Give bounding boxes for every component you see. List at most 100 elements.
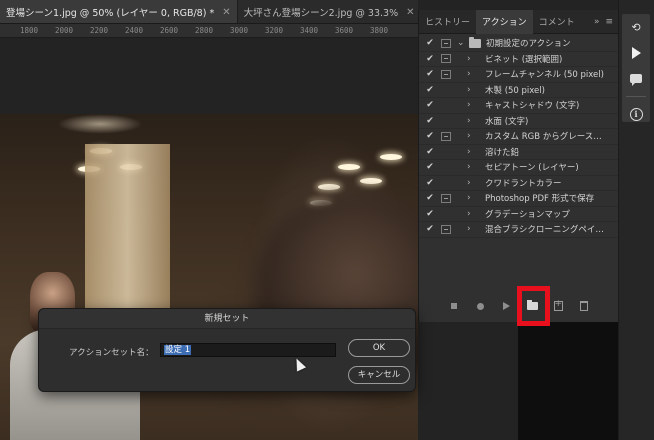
action-label: 溶けた鉛 (485, 147, 520, 158)
actions-panel-button[interactable] (627, 45, 645, 60)
comments-panel-button[interactable] (627, 71, 645, 86)
chevron-right-icon[interactable]: › (467, 85, 479, 95)
tab-actions[interactable]: アクション (476, 9, 533, 34)
action-row[interactable]: ✔ › カスタム RGB からグレース… (419, 129, 619, 145)
new-action-button[interactable] (552, 299, 564, 312)
chevron-right-icon[interactable]: › (467, 178, 479, 188)
check-icon[interactable]: ✔ (423, 162, 437, 172)
action-label: Photoshop PDF 形式で保存 (485, 194, 595, 205)
divider (626, 95, 646, 97)
chevron-right-icon[interactable]: › (467, 224, 479, 234)
action-set-row[interactable]: ✔ ⌄ 初期設定のアクション (419, 36, 619, 52)
action-label: キャストシャドウ (文字) (485, 101, 580, 112)
chevron-right-icon[interactable]: › (467, 116, 479, 126)
tab-history[interactable]: ヒストリー (419, 10, 476, 34)
ruler-tick: 2400 (125, 26, 144, 35)
info-icon: i (629, 107, 643, 121)
stop-icon (451, 303, 457, 309)
record-button[interactable] (474, 300, 486, 312)
dialog-toggle-icon[interactable] (441, 224, 451, 234)
dialog-toggle-icon[interactable] (441, 163, 451, 172)
action-row[interactable]: ✔ › ビネット (選択範囲) (419, 52, 619, 67)
action-row[interactable]: ✔ › クワドラントカラー (419, 176, 619, 191)
side-panel-icons: ⟲ i (622, 14, 650, 122)
ok-button[interactable]: OK (348, 339, 410, 357)
doc-tab-1[interactable]: 登場シーン1.jpg @ 50% (レイヤー 0, RGB/8) * ✕ (0, 0, 238, 23)
action-row[interactable]: ✔ › キャストシャドウ (文字) (419, 98, 619, 114)
chevron-right-icon[interactable]: › (467, 147, 479, 157)
dialog-toggle-icon[interactable] (441, 69, 451, 79)
action-row[interactable]: ✔ › グラデーションマップ (419, 207, 619, 222)
action-label: カスタム RGB からグレース… (485, 132, 602, 143)
delete-button[interactable] (578, 300, 590, 312)
action-label: フレームチャンネル (50 pixel) (485, 70, 604, 81)
horizontal-ruler: 1800 2000 2200 2400 2600 2800 3000 3200 … (0, 24, 418, 38)
check-icon[interactable]: ✔ (423, 69, 437, 79)
play-button[interactable] (500, 300, 512, 312)
comment-icon (630, 73, 642, 86)
properties-panel-button[interactable]: i (627, 107, 645, 122)
set-name-value: 設定 1 (164, 345, 192, 355)
dialog-toggle-icon[interactable] (441, 54, 451, 64)
stop-button[interactable] (448, 300, 460, 312)
chevron-right-icon[interactable]: › (467, 193, 479, 203)
chevron-right-icon[interactable]: › (467, 209, 479, 219)
dialog-toggle-icon[interactable] (441, 178, 451, 187)
action-label: 初期設定のアクション (486, 39, 571, 50)
doc-tab-2[interactable]: 大坪さん登場シーン2.jpg @ 33.3% ✕ (238, 0, 418, 23)
check-icon[interactable]: ✔ (423, 85, 437, 95)
check-icon[interactable]: ✔ (423, 116, 437, 126)
action-label: セピアトーン (レイヤー) (485, 163, 579, 174)
doc-tab-label: 登場シーン1.jpg @ 50% (レイヤー 0, RGB/8) * (6, 8, 215, 19)
check-icon[interactable]: ✔ (423, 178, 437, 188)
expand-icon[interactable]: » (594, 17, 600, 27)
panel-tab-bar: ヒストリー アクション コメント » ≡ (419, 9, 618, 34)
action-row[interactable]: ✔ › 混合ブラシクローニングペイ… (419, 222, 619, 238)
dialog-toggle-icon[interactable] (441, 193, 451, 203)
dialog-toggle-icon[interactable] (441, 38, 451, 48)
action-row[interactable]: ✔ › 木製 (50 pixel) (419, 83, 619, 98)
action-row[interactable]: ✔ › 溶けた鉛 (419, 145, 619, 160)
tab-comments[interactable]: コメント (533, 10, 581, 34)
action-row[interactable]: ✔ › フレームチャンネル (50 pixel) (419, 67, 619, 83)
panel-menu-icon[interactable]: ≡ (605, 17, 613, 27)
dialog-toggle-icon[interactable] (441, 209, 451, 218)
set-name-label: アクションセット名： (69, 348, 154, 358)
highlight-box (517, 286, 550, 326)
cancel-button[interactable]: キャンセル (348, 366, 410, 384)
check-icon[interactable]: ✔ (423, 54, 437, 64)
action-row[interactable]: ✔ › Photoshop PDF 形式で保存 (419, 191, 619, 207)
check-icon[interactable]: ✔ (423, 209, 437, 219)
action-label: クワドラントカラー (485, 178, 562, 189)
action-label: ビネット (選択範囲) (485, 54, 563, 65)
dialog-toggle-icon[interactable] (441, 85, 451, 94)
play-icon (631, 46, 641, 59)
set-name-input[interactable]: 設定 1 (160, 343, 336, 357)
check-icon[interactable]: ✔ (423, 224, 437, 234)
ruler-tick: 3200 (265, 26, 284, 35)
chevron-right-icon[interactable]: › (467, 69, 479, 79)
check-icon[interactable]: ✔ (423, 131, 437, 141)
action-label: 木製 (50 pixel) (485, 85, 545, 96)
chevron-right-icon[interactable]: › (467, 54, 479, 64)
check-icon[interactable]: ✔ (423, 38, 437, 48)
chevron-right-icon[interactable]: › (467, 100, 479, 110)
action-list: ✔ ⌄ 初期設定のアクション ✔ › ビネット (選択範囲) ✔ › フレームチ… (419, 36, 619, 238)
action-row[interactable]: ✔ › 水面 (文字) (419, 114, 619, 129)
chevron-right-icon[interactable]: › (467, 162, 479, 172)
chevron-right-icon[interactable]: › (467, 131, 479, 141)
dialog-toggle-icon[interactable] (441, 147, 451, 156)
close-icon[interactable]: ✕ (222, 7, 230, 18)
check-icon[interactable]: ✔ (423, 193, 437, 203)
check-icon[interactable]: ✔ (423, 100, 437, 110)
actions-panel: ヒストリー アクション コメント » ≡ ✔ ⌄ 初期設定のアクション ✔ › … (418, 9, 619, 322)
chevron-down-icon[interactable]: ⌄ (457, 38, 469, 48)
dialog-toggle-icon[interactable] (441, 101, 451, 110)
ruler-tick: 1800 (20, 26, 39, 35)
action-row[interactable]: ✔ › セピアトーン (レイヤー) (419, 160, 619, 176)
dialog-toggle-icon[interactable] (441, 116, 451, 125)
dialog-toggle-icon[interactable] (441, 131, 451, 141)
check-icon[interactable]: ✔ (423, 147, 437, 157)
close-icon[interactable]: ✕ (406, 7, 414, 18)
history-panel-button[interactable]: ⟲ (627, 20, 645, 35)
